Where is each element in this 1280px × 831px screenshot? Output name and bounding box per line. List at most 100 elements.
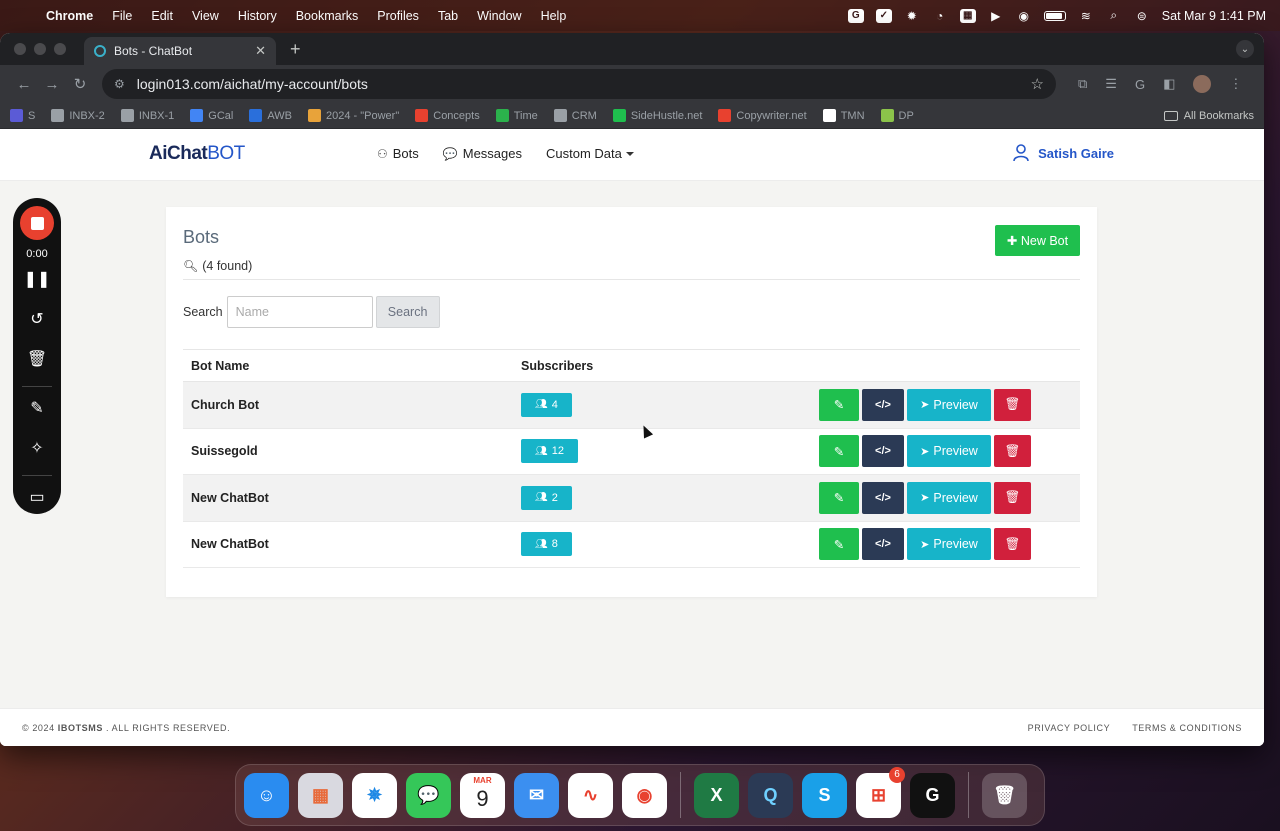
embed-code-button[interactable]: </> bbox=[862, 481, 904, 514]
embed-code-button[interactable]: </> bbox=[862, 435, 904, 468]
delete-bot-button[interactable]: 🗑︎ bbox=[994, 481, 1031, 514]
close-tab-icon[interactable]: ✕ bbox=[255, 43, 266, 59]
subscribers-badge[interactable]: 👥︎ 8 bbox=[521, 532, 572, 557]
bookmark-item[interactable]: 2024 - "Power" bbox=[308, 109, 399, 122]
delete-bot-button[interactable]: 🗑︎ bbox=[994, 435, 1031, 468]
minimize-window-button[interactable] bbox=[34, 43, 46, 55]
restart-icon[interactable]: ↺ bbox=[30, 312, 43, 332]
zoom-window-button[interactable] bbox=[54, 43, 66, 55]
bookmark-item[interactable]: DP bbox=[880, 109, 914, 122]
battery-icon[interactable] bbox=[1043, 10, 1066, 21]
trash-icon[interactable]: 🗑︎ bbox=[27, 352, 47, 372]
bookmark-item[interactable]: SideHustle.net bbox=[612, 109, 702, 122]
side-panel-icon[interactable]: ◧ bbox=[1163, 76, 1175, 92]
menu-window[interactable]: Window bbox=[477, 9, 521, 23]
user-menu[interactable]: Satish Gaire bbox=[1013, 144, 1114, 162]
preview-bot-button[interactable]: ➤ Preview bbox=[907, 528, 991, 561]
menu-help[interactable]: Help bbox=[541, 9, 567, 23]
wifi-icon[interactable]: ≋ bbox=[1078, 9, 1094, 23]
new-tab-icon[interactable]: + bbox=[290, 39, 301, 60]
pause-icon[interactable]: ❚❚ bbox=[24, 272, 51, 292]
search-button[interactable]: Search bbox=[375, 296, 440, 328]
skype-icon[interactable]: S bbox=[802, 772, 847, 818]
bookmark-item[interactable]: Time bbox=[495, 109, 538, 122]
bookmark-star-icon[interactable]: ☆ bbox=[1031, 75, 1044, 93]
embed-code-button[interactable]: </> bbox=[862, 528, 904, 561]
bookmark-item[interactable]: Concepts bbox=[415, 109, 480, 122]
pencil-icon[interactable]: ✎ bbox=[30, 401, 43, 421]
launchpad-icon[interactable]: ▦ bbox=[298, 772, 343, 818]
close-window-button[interactable] bbox=[14, 43, 26, 55]
edit-bot-button[interactable]: ✎ bbox=[819, 481, 859, 514]
bookmark-item[interactable]: CRM bbox=[553, 109, 597, 122]
extensions-puzzle-icon[interactable]: ⧉ bbox=[1078, 76, 1087, 92]
delete-bot-button[interactable]: 🗑︎ bbox=[994, 528, 1031, 561]
nav-messages[interactable]: 💬 Messages bbox=[443, 146, 522, 161]
menu-history[interactable]: History bbox=[238, 9, 277, 23]
freeform-icon[interactable]: ∿ bbox=[568, 772, 613, 818]
grid-icon[interactable]: ▦ bbox=[959, 8, 976, 23]
brightness-icon[interactable]: ✹ bbox=[904, 9, 920, 23]
menu-file[interactable]: File bbox=[112, 9, 132, 23]
sync-icon[interactable]: ◔ bbox=[932, 9, 948, 23]
nav-custom-data-dropdown[interactable]: Custom Data bbox=[546, 146, 634, 161]
menu-app-name[interactable]: Chrome bbox=[46, 9, 93, 23]
privacy-policy-link[interactable]: PRIVACY POLICY bbox=[1028, 723, 1111, 733]
edit-bot-button[interactable]: ✎ bbox=[819, 435, 859, 468]
user-circle-icon[interactable]: ◉ bbox=[1016, 9, 1032, 23]
bookmark-item[interactable]: S bbox=[10, 109, 35, 122]
site-logo[interactable]: AiChatBOT bbox=[149, 143, 245, 165]
safari-icon[interactable]: ✵ bbox=[352, 772, 397, 818]
app-store-icon[interactable]: ⊞ 6 bbox=[856, 766, 905, 818]
reading-list-icon[interactable]: ☰ bbox=[1105, 76, 1117, 92]
new-bot-button[interactable]: ✚ New Bot bbox=[995, 225, 1080, 256]
bookmark-item[interactable]: GCal bbox=[190, 109, 233, 122]
grammarly-icon[interactable]: G bbox=[847, 8, 864, 23]
nav-bots[interactable]: ⚇ Bots bbox=[377, 146, 419, 161]
back-arrow-icon[interactable]: ← bbox=[10, 76, 38, 93]
terms-conditions-link[interactable]: TERMS & CONDITIONS bbox=[1132, 723, 1242, 733]
tab-search-chevron-icon[interactable]: ⌄ bbox=[1236, 40, 1254, 58]
grammarly-extension-icon[interactable]: G bbox=[1135, 77, 1145, 92]
bookmark-item[interactable]: Copywriter.net bbox=[718, 109, 807, 122]
camera-icon[interactable]: ▭ bbox=[29, 490, 44, 510]
effects-wand-icon[interactable]: ✧ bbox=[30, 441, 43, 461]
delete-bot-button[interactable]: 🗑︎ bbox=[994, 388, 1031, 421]
bookmark-item[interactable]: INBX-1 bbox=[120, 109, 174, 122]
edit-bot-button[interactable]: ✎ bbox=[819, 528, 859, 561]
logitech-g-icon[interactable]: G bbox=[910, 772, 955, 818]
url-text[interactable]: login013.com/aichat/my-account/bots bbox=[137, 76, 1031, 92]
messages-icon[interactable]: 💬 bbox=[406, 772, 451, 818]
preview-bot-button[interactable]: ➤ Preview bbox=[907, 481, 991, 514]
play-icon[interactable]: ▶ bbox=[988, 9, 1004, 23]
menu-tab[interactable]: Tab bbox=[438, 9, 458, 23]
site-info-icon[interactable]: ⚙ bbox=[114, 77, 125, 91]
chrome-icon[interactable]: ◉ bbox=[622, 772, 667, 818]
bookmark-item[interactable]: INBX-2 bbox=[51, 109, 105, 122]
edit-bot-button[interactable]: ✎ bbox=[819, 388, 859, 421]
all-bookmarks-button[interactable]: All Bookmarks bbox=[1163, 110, 1254, 122]
profile-avatar[interactable] bbox=[1193, 75, 1212, 93]
spotlight-search-icon[interactable]: ⌕ bbox=[1106, 8, 1122, 23]
quicktime-icon[interactable]: Q bbox=[748, 772, 793, 818]
search-name-input[interactable] bbox=[226, 296, 373, 328]
bookmark-item[interactable]: AWB bbox=[249, 109, 292, 122]
reload-icon[interactable]: ↻ bbox=[66, 75, 94, 93]
finder-icon[interactable]: ☺ bbox=[244, 772, 289, 818]
calendar-icon[interactable]: MAR 9 bbox=[460, 772, 505, 818]
bookmark-item[interactable]: TMN bbox=[822, 109, 865, 122]
mail-icon[interactable]: ✉ bbox=[514, 772, 559, 818]
preview-bot-button[interactable]: ➤ Preview bbox=[907, 435, 991, 468]
subscribers-badge[interactable]: 👥︎ 4 bbox=[521, 392, 572, 417]
browser-menu-icon[interactable]: ⋮ bbox=[1229, 76, 1242, 92]
forward-arrow-icon[interactable]: → bbox=[38, 76, 66, 93]
control-center-icon[interactable]: ⊜ bbox=[1134, 9, 1150, 23]
subscribers-badge[interactable]: 👥︎ 12 bbox=[521, 439, 578, 464]
menubar-clock[interactable]: Sat Mar 9 1:41 PM bbox=[1162, 9, 1266, 23]
menu-edit[interactable]: Edit bbox=[151, 9, 173, 23]
menu-view[interactable]: View bbox=[192, 9, 219, 23]
subscribers-badge[interactable]: 👥︎ 2 bbox=[521, 485, 572, 510]
menu-profiles[interactable]: Profiles bbox=[377, 9, 419, 23]
footer-brand[interactable]: IBOTSMS bbox=[58, 723, 103, 733]
trash-bin-icon[interactable]: 🗑︎ bbox=[982, 772, 1027, 818]
